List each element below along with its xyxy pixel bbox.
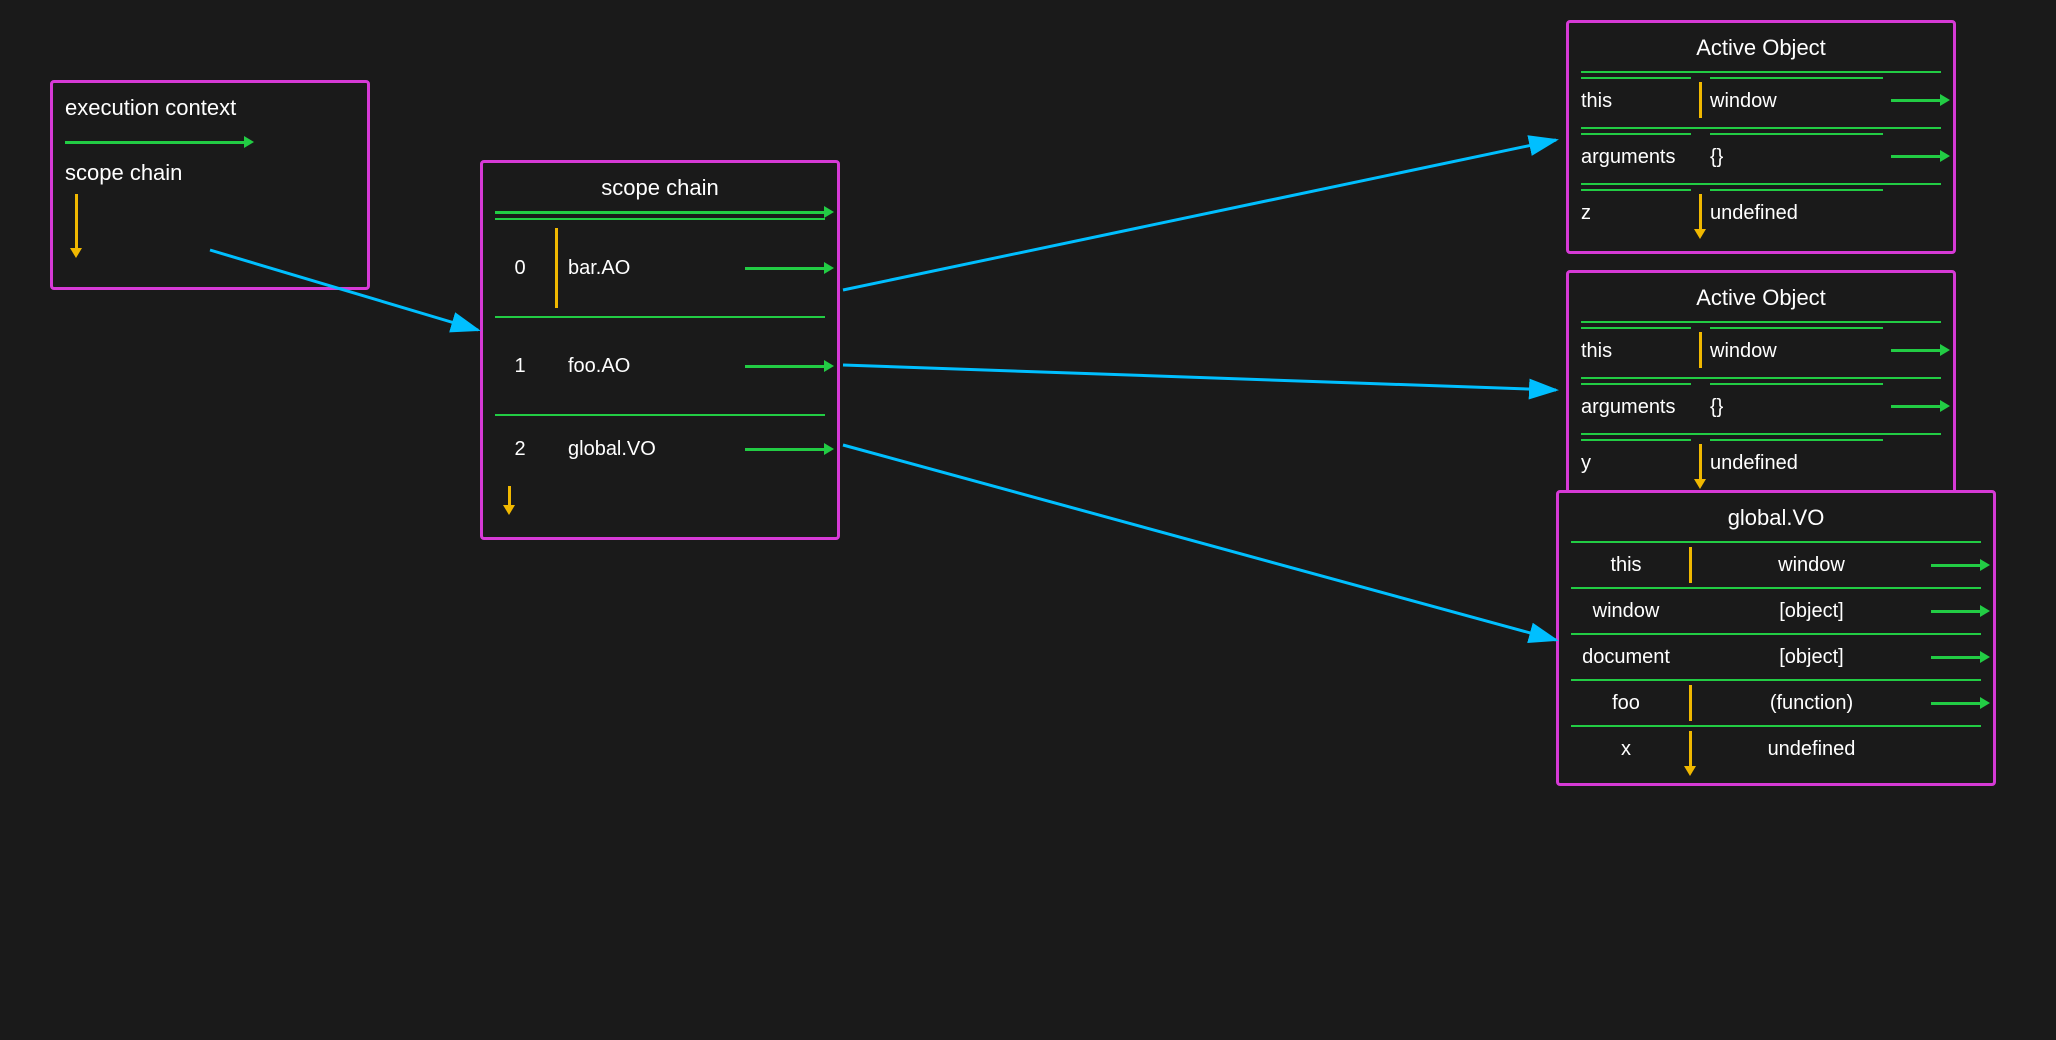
sc-row-0: 0 bar.AO	[495, 218, 825, 316]
sc-val-1: foo.AO	[568, 355, 745, 378]
ao1-val-this: window	[1710, 77, 1883, 123]
ao1-title: Active Object	[1581, 35, 1941, 61]
sc-sep-yellow	[555, 228, 558, 308]
gvo-row-window: window [object]	[1571, 587, 1981, 633]
ao2-row-this: this window	[1581, 321, 1941, 377]
execution-context-box: execution context scope chain	[50, 80, 370, 290]
sc-val-2: global.VO	[568, 438, 745, 461]
ao1-key-z: z	[1581, 189, 1691, 235]
scope-chain-label: scope chain	[65, 160, 355, 186]
ao1-row-arguments: arguments {}	[1581, 127, 1941, 183]
active-object-1-box: Active Object this window arguments {} z…	[1566, 20, 1956, 254]
global-vo-box: global.VO this window window [object] do…	[1556, 490, 1996, 786]
gvo-val-this: window	[1700, 554, 1923, 577]
ao2-val-this: window	[1710, 327, 1883, 373]
gvo-row-document: document [object]	[1571, 633, 1981, 679]
scope-chain-box: scope chain 0 bar.AO 1 foo.AO 2 global.V…	[480, 160, 840, 540]
gvo-key-window: window	[1571, 600, 1681, 623]
ao1-val-arguments: {}	[1710, 133, 1883, 179]
sc-val-0: bar.AO	[568, 257, 745, 280]
gvo-key-x: x	[1571, 738, 1681, 761]
active-object-2-box: Active Object this window arguments {} y…	[1566, 270, 1956, 504]
ao2-row-y: y undefined	[1581, 433, 1941, 489]
gvo-val-document: [object]	[1700, 646, 1923, 669]
gvo-key-foo: foo	[1571, 692, 1681, 715]
sc-row-2: 2 global.VO	[495, 414, 825, 482]
scope-chain-title: scope chain	[495, 175, 825, 201]
gvo-val-foo: (function)	[1700, 692, 1923, 715]
ao1-val-z: undefined	[1710, 189, 1883, 235]
sc-to-gvo-arrow	[843, 445, 1556, 640]
sc-row-1: 1 foo.AO	[495, 316, 825, 414]
sc-num-1: 1	[495, 355, 545, 378]
gvo-val-window: [object]	[1700, 600, 1923, 623]
ao2-key-arguments: arguments	[1581, 383, 1691, 429]
gvo-row-foo: foo (function)	[1571, 679, 1981, 725]
ao2-title: Active Object	[1581, 285, 1941, 311]
gvo-title: global.VO	[1571, 505, 1981, 531]
sc-to-ao1-arrow	[843, 140, 1556, 290]
ao2-row-arguments: arguments {}	[1581, 377, 1941, 433]
gvo-key-document: document	[1571, 646, 1681, 669]
ao2-val-arguments: {}	[1710, 383, 1883, 429]
ao2-key-y: y	[1581, 439, 1691, 485]
sc-num-2: 2	[495, 438, 545, 461]
gvo-key-this: this	[1571, 554, 1681, 577]
gvo-row-x: x undefined	[1571, 725, 1981, 771]
execution-context-label: execution context	[65, 95, 355, 121]
ao1-row-z: z undefined	[1581, 183, 1941, 239]
ao2-val-y: undefined	[1710, 439, 1883, 485]
gvo-val-x: undefined	[1700, 738, 1923, 761]
ao1-key-arguments: arguments	[1581, 133, 1691, 179]
sc-num-0: 0	[495, 257, 545, 280]
ao1-key-this: this	[1581, 77, 1691, 123]
sc-to-ao2-arrow	[843, 365, 1556, 390]
ao1-row-this: this window	[1581, 71, 1941, 127]
ao2-key-this: this	[1581, 327, 1691, 373]
gvo-row-this: this window	[1571, 541, 1981, 587]
